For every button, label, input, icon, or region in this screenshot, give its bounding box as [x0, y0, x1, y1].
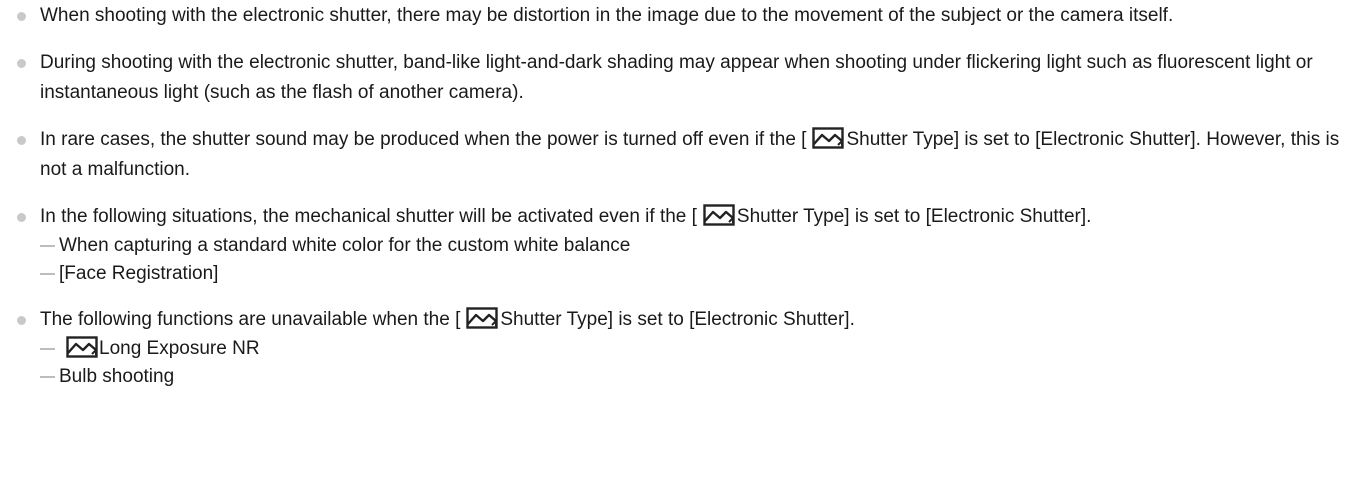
- sub-list-item: [Face Registration]: [40, 260, 1346, 288]
- gray-dot-bullet-icon: [17, 12, 26, 21]
- gray-dot-bullet-icon: [17, 59, 26, 68]
- gray-dot-bullet-icon: [17, 316, 26, 325]
- note-item: When shooting with the electronic shutte…: [0, 1, 1356, 31]
- note-item: During shooting with the electronic shut…: [0, 48, 1356, 108]
- note-text-before: In the following situations, the mechani…: [40, 206, 697, 227]
- dash-bullet-icon: [40, 273, 55, 275]
- gray-dot-bullet-icon: [17, 136, 26, 145]
- dash-bullet-icon: [40, 245, 55, 247]
- sub-item-text: [Face Registration]: [59, 263, 219, 284]
- dash-bullet-icon: [40, 376, 55, 378]
- note-item: In the following situations, the mechani…: [0, 202, 1356, 288]
- note-item: In rare cases, the shutter sound may be …: [0, 125, 1356, 185]
- still-image-mode-icon: [703, 204, 735, 226]
- sub-item-text: When capturing a standard white color fo…: [59, 235, 631, 256]
- sub-list-item: Bulb shooting: [40, 363, 1346, 391]
- note-text: During shooting with the electronic shut…: [40, 52, 1313, 103]
- note-item: The following functions are unavailable …: [0, 305, 1356, 391]
- still-image-mode-icon: [812, 127, 845, 149]
- still-image-mode-icon: [66, 336, 98, 358]
- note-text-after: Shutter Type] is set to [Electronic Shut…: [500, 309, 855, 330]
- gray-dot-bullet-icon: [17, 213, 26, 222]
- dash-bullet-icon: [40, 348, 55, 350]
- still-image-mode-icon: [466, 307, 499, 329]
- note-text-before: The following functions are unavailable …: [40, 309, 461, 330]
- sub-item-text: Long Exposure NR: [99, 338, 260, 359]
- note-text: When shooting with the electronic shutte…: [40, 5, 1174, 26]
- sub-list: Long Exposure NR Bulb shooting: [40, 335, 1346, 391]
- sub-list: When capturing a standard white color fo…: [40, 232, 1346, 288]
- note-text-before: In rare cases, the shutter sound may be …: [40, 129, 807, 150]
- notes-list: When shooting with the electronic shutte…: [0, 0, 1356, 408]
- sub-list-item: Long Exposure NR: [40, 335, 1346, 363]
- sub-item-text: Bulb shooting: [59, 366, 175, 387]
- note-text-after: Shutter Type] is set to [Electronic Shut…: [736, 206, 1092, 227]
- sub-list-item: When capturing a standard white color fo…: [40, 232, 1346, 260]
